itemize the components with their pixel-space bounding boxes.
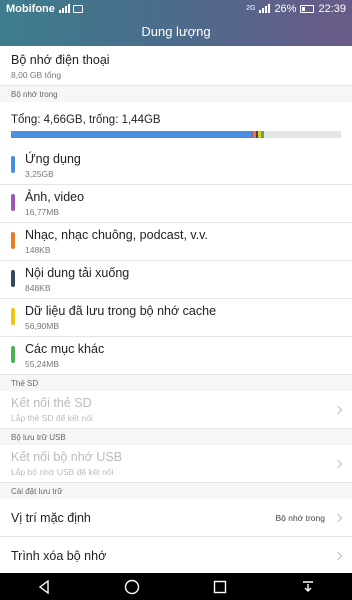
category-row[interactable]: Ứng dụng 3,25GB — [0, 147, 352, 185]
category-name: Ảnh, video — [25, 190, 85, 204]
signal-strength-icon — [259, 4, 271, 13]
signal-icon — [58, 4, 70, 13]
connect-usb-subtitle: Lắp bộ nhớ USB để kết nối — [11, 467, 114, 477]
connect-sd-row[interactable]: Kết nối thẻ SD Lắp thẻ SD để kết nối — [0, 391, 352, 429]
category-name: Nhạc, nhạc chuông, podcast, v.v. — [25, 228, 208, 242]
status-bar: Mobifone 2G 26% 22:39 — [0, 0, 352, 17]
section-sd-card: Thẻ SD — [0, 375, 352, 391]
category-row[interactable]: Ảnh, video 16,77MB — [0, 185, 352, 223]
section-usb-storage: Bộ lưu trữ USB — [0, 429, 352, 445]
total-usage: Tổng: 4,66GB, trống: 1,44GB — [0, 102, 352, 147]
category-name: Ứng dụng — [25, 152, 81, 166]
connect-usb-row[interactable]: Kết nối bộ nhớ USB Lắp bộ nhớ USB để kết… — [0, 445, 352, 483]
clock: 22:39 — [318, 2, 346, 15]
category-color-marker — [11, 308, 15, 325]
total-usage-label: Tổng: 4,66GB, trống: 1,44GB — [11, 114, 161, 126]
category-row[interactable]: Nhạc, nhạc chuông, podcast, v.v. 148KB — [0, 223, 352, 261]
section-internal-storage: Bộ nhớ trong — [0, 86, 352, 102]
chevron-right-icon — [333, 551, 343, 560]
section-storage-settings: Cài đặt lưu trữ — [0, 483, 352, 499]
category-size: 3,25GB — [25, 169, 54, 179]
connect-sd-title: Kết nối thẻ SD — [11, 396, 92, 410]
home-icon[interactable] — [120, 575, 144, 599]
usage-bar — [11, 131, 341, 138]
usage-bar-segment — [11, 131, 252, 138]
category-row[interactable]: Dữ liệu đã lưu trong bộ nhớ cache 56,90MB — [0, 299, 352, 337]
category-name: Dữ liệu đã lưu trong bộ nhớ cache — [25, 304, 217, 318]
category-list: Ứng dụng 3,25GB Ảnh, video 16,77MB Nhạc, nhạ… — [0, 147, 352, 375]
category-size: 56,90MB — [25, 321, 60, 331]
category-color-marker — [11, 156, 15, 173]
category-size: 55,24MB — [25, 359, 60, 369]
default-location-row[interactable]: Vị trí mặc định Bộ nhớ trong — [0, 499, 352, 537]
carrier-name: Mobifone — [6, 2, 55, 15]
chevron-right-icon — [333, 513, 343, 522]
notification-pull-icon[interactable] — [296, 575, 320, 599]
connect-sd-subtitle: Lắp thẻ SD để kết nối — [11, 413, 93, 423]
phone-storage-row[interactable]: Bộ nhớ điện thoại 8,00 GB tổng — [0, 46, 352, 86]
battery-percent: 26% — [274, 2, 297, 15]
back-icon[interactable] — [32, 575, 56, 599]
phone-storage-subtitle: 8,00 GB tổng — [11, 70, 62, 80]
category-name: Các mục khác — [25, 342, 105, 356]
navigation-bar — [0, 573, 352, 600]
image-notification-icon — [72, 4, 83, 13]
storage-list: Bộ nhớ điện thoại 8,00 GB tổng Bộ nhớ tr… — [0, 46, 352, 575]
category-color-marker — [11, 232, 15, 249]
category-size: 848KB — [25, 283, 51, 293]
connect-usb-title: Kết nối bộ nhớ USB — [11, 450, 123, 464]
usage-bar-segment — [260, 131, 264, 138]
category-size: 148KB — [25, 245, 51, 255]
category-row[interactable]: Nội dung tải xuống 848KB — [0, 261, 352, 299]
category-color-marker — [11, 194, 15, 211]
storage-cleaner-label: Trình xóa bộ nhớ — [11, 548, 107, 563]
category-row[interactable]: Các mục khác 55,24MB — [0, 337, 352, 375]
page-title: Dung lượng — [141, 24, 211, 39]
default-location-value: Bộ nhớ trong — [275, 512, 325, 523]
category-color-marker — [11, 270, 15, 287]
phone-storage-title: Bộ nhớ điện thoại — [11, 53, 110, 67]
category-name: Nội dung tải xuống — [25, 266, 130, 280]
top-bar: Mobifone 2G 26% 22:39 Dung lượng — [0, 0, 352, 46]
battery-icon — [300, 4, 315, 13]
recents-icon[interactable] — [208, 575, 232, 599]
category-color-marker — [11, 346, 15, 363]
category-size: 16,77MB — [25, 207, 60, 217]
default-location-label: Vị trí mặc định — [11, 510, 91, 525]
storage-cleaner-row[interactable]: Trình xóa bộ nhớ — [0, 537, 352, 575]
network-type: 2G — [246, 5, 256, 12]
